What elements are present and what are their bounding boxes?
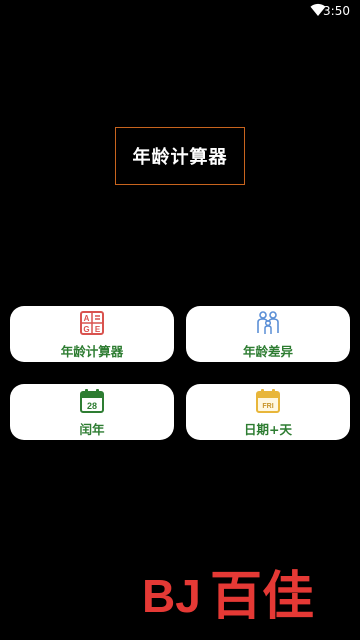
age-difference-button[interactable]: 年龄差异 <box>186 306 350 362</box>
age-difference-label: 年龄差异 <box>242 343 293 359</box>
watermark-text: 百佳 <box>210 567 314 624</box>
calendar-fri-text: FRI <box>262 403 273 410</box>
watermark-logo: BJ 百佳 <box>142 567 314 624</box>
leap-year-button[interactable]: 28 闰年 <box>10 384 174 440</box>
age-icon-letter-e: E <box>95 325 101 334</box>
leap-year-label: 闰年 <box>79 421 105 437</box>
age-calculator-button[interactable]: A G E 年龄计算器 <box>10 306 174 362</box>
calendar-day-text: 28 <box>87 401 97 411</box>
people-icon <box>257 310 279 334</box>
page-title: 年龄计算器 <box>115 127 245 185</box>
age-calculator-label: 年龄计算器 <box>60 343 124 359</box>
calendar-icon: 28 <box>80 388 104 413</box>
age-icon-letter-g: G <box>83 325 89 334</box>
status-bar: 3:50 <box>0 0 360 24</box>
date-plus-days-button[interactable]: FRI 日期+天 <box>186 384 350 440</box>
age-grid-icon: A G E <box>80 310 104 335</box>
status-time: 3:50 <box>323 4 350 18</box>
calendar-fri-icon: FRI <box>256 388 280 413</box>
age-icon-letter-a: A <box>84 314 90 323</box>
date-plus-days-label: 日期+天 <box>244 421 292 437</box>
watermark-logo-letters: BJ <box>142 570 201 622</box>
